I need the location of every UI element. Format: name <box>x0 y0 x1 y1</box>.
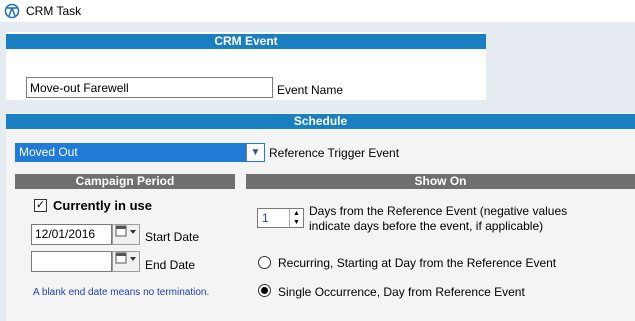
checkmark-icon: ✓ <box>35 199 46 211</box>
end-date-label: End Date <box>145 258 196 272</box>
schedule-header: Schedule <box>6 114 635 129</box>
reference-trigger-label: Reference Trigger Event <box>269 146 400 160</box>
spin-up-icon[interactable]: ▲ <box>289 209 303 218</box>
start-date-label: Start Date <box>145 230 200 244</box>
single-occurrence-radio-label[interactable]: Single Occurrence, Day from Reference Ev… <box>278 285 525 299</box>
end-date-field[interactable] <box>31 251 112 272</box>
reference-trigger-value: Moved Out <box>19 145 78 159</box>
end-date-picker-button[interactable] <box>112 251 140 272</box>
app-icon <box>4 3 20 19</box>
days-from-reference-label: Days from the Reference Event (negative … <box>309 204 568 233</box>
show-on-header: Show On <box>246 174 635 189</box>
calendar-icon <box>115 225 136 237</box>
spin-down-icon[interactable]: ▼ <box>289 218 303 227</box>
start-date-field[interactable]: 12/01/2016 <box>31 224 112 245</box>
event-name-input[interactable] <box>26 77 273 98</box>
event-name-label: Event Name <box>277 83 344 97</box>
currently-in-use-label[interactable]: Currently in use <box>53 198 152 213</box>
days-value[interactable]: 1 <box>262 211 269 225</box>
blank-end-date-note: A blank end date means no termination. <box>33 287 210 298</box>
window-title: CRM Task <box>26 4 82 18</box>
calendar-icon <box>115 252 136 264</box>
currently-in-use-checkbox[interactable]: ✓ <box>34 199 47 212</box>
reference-trigger-select[interactable]: Moved Out <box>15 143 265 162</box>
radio-selected-dot <box>261 287 268 294</box>
recurring-radio-label[interactable]: Recurring, Starting at Day from the Refe… <box>278 256 556 270</box>
title-bar <box>0 0 635 22</box>
crm-event-header: CRM Event <box>6 34 486 49</box>
start-date-value: 12/01/2016 <box>35 227 96 241</box>
dropdown-arrow-icon[interactable]: ▼ <box>246 144 264 161</box>
campaign-period-header: Campaign Period <box>15 174 235 189</box>
start-date-picker-button[interactable] <box>112 224 140 245</box>
recurring-radio[interactable] <box>258 256 271 269</box>
